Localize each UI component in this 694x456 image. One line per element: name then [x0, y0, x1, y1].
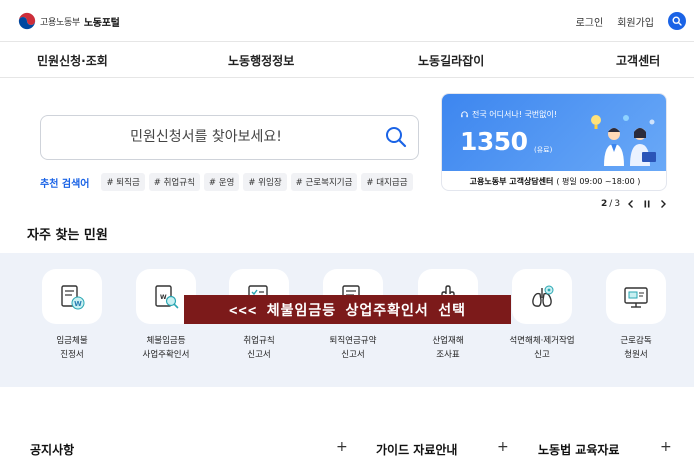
main-nav: 민원신청·조회 노동행정정보 노동길라잡이 고객센터	[0, 42, 694, 78]
instruction-overlay-text: <<< 체불임금등 상업주확인서 선택	[228, 302, 466, 319]
service-label: 석면해체·제거작업 신고	[509, 336, 575, 360]
keyword-tag[interactable]: # 근로복지기금	[290, 173, 358, 191]
chevron-left-icon[interactable]	[626, 199, 636, 209]
service-icon-box	[606, 269, 666, 324]
service-label: 산업재해 조사표	[432, 336, 464, 360]
svg-text:W: W	[74, 300, 82, 308]
call-center-banner[interactable]: 전국 어디서나! 국번없이! 1350 (유료) 고용노동부 고객상담센터 (…	[441, 93, 667, 191]
keyword-tag[interactable]: # 퇴직금	[101, 173, 145, 191]
service-label: 체불임금등 사업주확인서	[142, 336, 190, 360]
call-center-unit: (유료)	[534, 146, 553, 154]
nav-civil-application[interactable]: 민원신청·조회	[37, 52, 108, 69]
nav-customer-center[interactable]: 고객센터	[616, 52, 660, 69]
banner-hours: ( 평일 09:00 ~18:00 )	[556, 177, 641, 186]
notice-more-icon[interactable]: +	[336, 439, 348, 455]
banner-center-name: 고용노동부 고객상담센터	[469, 177, 554, 186]
logo[interactable]: 고용노동부 노동포털	[18, 12, 120, 30]
call-center-number: 1350	[460, 127, 528, 156]
lungs-icon	[532, 285, 554, 307]
nav-labor-guide[interactable]: 노동길라잡이	[418, 52, 484, 69]
counselor-illustration-icon	[591, 115, 656, 166]
monitor-icon	[624, 286, 648, 308]
service-icon-box	[512, 269, 572, 324]
search-submit-icon[interactable]	[384, 125, 408, 149]
service-label: 임금체불 진정서	[56, 336, 88, 360]
page: 고용노동부 노동포털 로그인 회원가입 민원신청·조회 노동행정정보 노동길라잡…	[0, 0, 694, 456]
guide-more-icon[interactable]: +	[497, 439, 509, 455]
civil-search-box	[40, 115, 419, 160]
search-icon	[672, 16, 682, 26]
pause-icon[interactable]	[642, 199, 652, 209]
logo-portal-name: 노동포털	[83, 17, 120, 29]
svg-text:W: W	[160, 294, 167, 301]
header: 고용노동부 노동포털 로그인 회원가입	[0, 0, 694, 42]
login-link[interactable]: 로그인	[576, 14, 604, 29]
logo-ministry: 고용노동부	[40, 17, 80, 28]
banner-bottom: 고용노동부 고객상담센터 ( 평일 09:00 ~18:00 )	[442, 171, 666, 190]
korea-emblem-icon	[18, 12, 36, 30]
service-labor-inspection-petition[interactable]: 근로감독 청원서	[591, 269, 681, 362]
banner-subtitle-text: 전국 어디서나! 국번없이!	[472, 110, 558, 119]
education-more-icon[interactable]: +	[660, 439, 672, 455]
civil-search-input[interactable]	[41, 116, 371, 158]
pager-total: 3	[614, 199, 621, 209]
chevron-right-icon[interactable]	[658, 199, 668, 209]
headset-icon	[461, 111, 468, 118]
notice-section-title[interactable]: 공지사항	[30, 441, 74, 456]
banner-top: 전국 어디서나! 국번없이! 1350 (유료)	[442, 94, 666, 171]
instruction-overlay: <<< 체불임금등 상업주확인서 선택	[184, 295, 511, 324]
recommended-keywords: 추천 검색어 # 퇴직금 # 취업규칙 # 운영 # 위임장 # 근로복지기금 …	[40, 173, 417, 191]
keyword-tag[interactable]: # 위임장	[243, 173, 287, 191]
banner-subtitle: 전국 어디서나! 국번없이!	[460, 109, 557, 120]
guide-section-title[interactable]: 가이드 자료안내	[376, 441, 457, 456]
nav-labor-admin-info[interactable]: 노동행정정보	[228, 52, 294, 69]
keyword-tag[interactable]: # 운영	[203, 173, 240, 191]
pager-current: 2	[601, 199, 608, 209]
service-label: 취업규칙 신고서	[243, 336, 275, 360]
banner-pager: 2 / 3	[601, 199, 668, 209]
global-search-button[interactable]	[668, 12, 686, 30]
signup-link[interactable]: 회원가입	[617, 14, 654, 29]
search-document-icon: W	[155, 284, 179, 308]
keyword-tag[interactable]: # 대지급금	[361, 173, 413, 191]
service-icon-box: W	[42, 269, 102, 324]
service-label: 근로감독 청원서	[620, 336, 652, 360]
keyword-tag[interactable]: # 취업규칙	[148, 173, 200, 191]
frequent-services-title: 자주 찾는 민원	[27, 228, 108, 243]
pager-separator: /	[609, 199, 613, 209]
wage-document-icon: W	[61, 284, 85, 309]
education-section-title[interactable]: 노동법 교육자료	[538, 441, 619, 456]
service-wage-complaint[interactable]: W 임금체불 진정서	[27, 269, 117, 362]
service-label: 퇴직연금규약 신고서	[329, 336, 377, 360]
utility-menu: 로그인 회원가입	[576, 12, 686, 30]
recommend-label: 추천 검색어	[40, 178, 90, 190]
